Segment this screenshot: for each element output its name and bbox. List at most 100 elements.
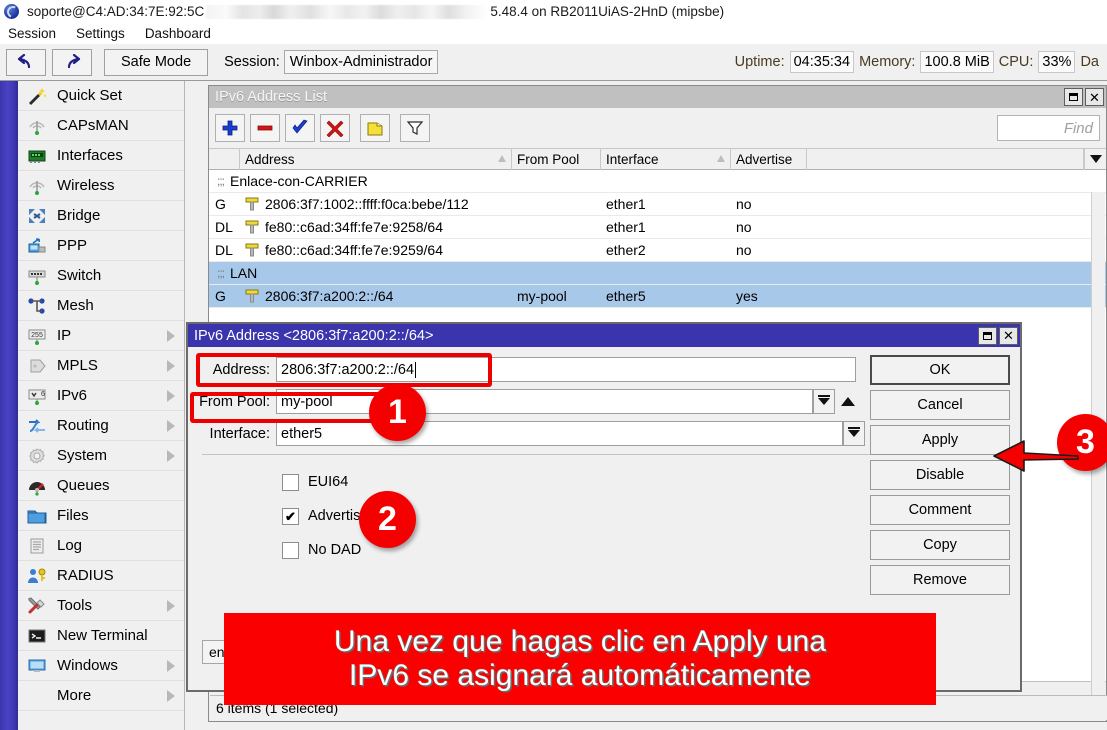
sidebar-item-label: Windows: [57, 657, 118, 674]
sidebar-item-new-terminal[interactable]: New Terminal: [18, 621, 184, 651]
cpu-value: 33%: [1038, 51, 1075, 73]
sidebar-item-radius[interactable]: RADIUS: [18, 561, 184, 591]
sidebar-item-capsman[interactable]: CAPsMAN: [18, 111, 184, 141]
ip-255-icon: 255: [24, 325, 50, 347]
column-header-flags[interactable]: [209, 148, 240, 170]
title-user: soporte@C4:AD:34:7E:92:5C: [27, 4, 204, 19]
sidebar-item-routing[interactable]: Routing: [18, 411, 184, 441]
undo-icon[interactable]: [6, 49, 46, 76]
sort-indicator-icon: [717, 155, 725, 162]
sidebar-item-label: Switch: [57, 267, 101, 284]
table-row[interactable]: DLfe80::c6ad:34ff:fe7e:9258/64ether1no: [209, 216, 1106, 239]
column-chooser-icon[interactable]: [1084, 148, 1106, 170]
sidebar-item-quick-set[interactable]: Quick Set: [18, 81, 184, 111]
dialog-title: IPv6 Address <2806:3f7:a200:2::/64>: [194, 328, 433, 344]
table-row[interactable]: G2806:3f7:a200:2::/64my-poolether5yes: [209, 285, 1106, 308]
column-header-interface[interactable]: Interface: [601, 148, 731, 170]
disable-button[interactable]: [320, 114, 350, 142]
status-indicators: Uptime: 04:35:34 Memory: 100.8 MiB CPU: …: [735, 51, 1101, 73]
sidebar-item-bridge[interactable]: Bridge: [18, 201, 184, 231]
sidebar-item-system[interactable]: System: [18, 441, 184, 471]
column-header-advertise[interactable]: Advertise: [731, 148, 807, 170]
from-pool-input[interactable]: my-pool: [276, 389, 813, 414]
cell-flags: DL: [209, 216, 240, 239]
check-icon: ✔: [285, 510, 296, 523]
maximize-icon[interactable]: [978, 327, 997, 345]
menu-settings[interactable]: Settings: [74, 25, 127, 42]
address-list-titlebar: IPv6 Address List ✕: [209, 86, 1106, 108]
sidebar-item-mesh[interactable]: Mesh: [18, 291, 184, 321]
interface-dropdown-icon[interactable]: [843, 421, 865, 446]
sidebar-item-interfaces[interactable]: Interfaces: [18, 141, 184, 171]
sidebar-item-label: Queues: [57, 477, 110, 494]
table-row[interactable]: DLfe80::c6ad:34ff:fe7e:9259/64ether2no: [209, 239, 1106, 262]
from-pool-dropdown-icon[interactable]: [813, 389, 835, 414]
sidebar-item-switch[interactable]: Switch: [18, 261, 184, 291]
sidebar-item-tools[interactable]: Tools: [18, 591, 184, 621]
find-input[interactable]: Find: [997, 115, 1100, 141]
wand-icon: [24, 85, 50, 107]
sidebar-item-mpls[interactable]: MPLS: [18, 351, 184, 381]
menu-dashboard[interactable]: Dashboard: [143, 25, 213, 42]
copy-button[interactable]: Copy: [870, 530, 1010, 560]
folder-icon: [24, 505, 50, 527]
comment-button[interactable]: [360, 114, 390, 142]
address-input[interactable]: 2806:3f7:a200:2::/64: [276, 357, 856, 382]
cell-flags: DL: [209, 239, 240, 262]
cancel-button[interactable]: Cancel: [870, 390, 1010, 420]
table-row[interactable]: G2806:3f7:1002::ffff:f0ca:bebe/112ether1…: [209, 193, 1106, 216]
sidebar-item-wireless[interactable]: Wireless: [18, 171, 184, 201]
main-toolbar: Safe Mode Session: Winbox-Administrador …: [0, 44, 1107, 81]
interface-label: Interface:: [188, 426, 276, 442]
close-icon[interactable]: ✕: [1085, 88, 1104, 106]
column-header-address[interactable]: Address: [240, 148, 512, 170]
cell-from-pool: [512, 239, 601, 262]
table-row[interactable]: ;;;LAN: [209, 262, 1106, 285]
safe-mode-button[interactable]: Safe Mode: [104, 49, 208, 76]
sidebar-item-ppp[interactable]: PPP: [18, 231, 184, 261]
winbox-logo-icon: [4, 4, 19, 19]
session-input[interactable]: Winbox-Administrador: [284, 50, 439, 74]
sidebar-item-ip[interactable]: 255 IP: [18, 321, 184, 351]
switch-icon: [24, 265, 50, 287]
sidebar-item-ipv6[interactable]: 6IPv6: [18, 381, 184, 411]
sidebar-item-files[interactable]: Files: [18, 501, 184, 531]
mpls-tag-icon: [24, 355, 50, 377]
comment-button[interactable]: Comment: [870, 495, 1010, 525]
close-icon[interactable]: ✕: [999, 327, 1018, 345]
sidebar-item-windows[interactable]: Windows: [18, 651, 184, 681]
menu-session[interactable]: Session: [6, 25, 58, 42]
sidebar-item-queues[interactable]: Queues: [18, 471, 184, 501]
from-pool-collapse-icon[interactable]: [841, 397, 855, 406]
cell-address: fe80::c6ad:34ff:fe7e:9259/64: [240, 239, 512, 262]
user-key-icon: [24, 565, 50, 587]
no-dad-checkbox[interactable]: [282, 542, 299, 559]
column-header-rest[interactable]: [807, 148, 1084, 170]
sidebar-item-label: IP: [57, 327, 71, 344]
arrow-to-apply-icon: [990, 432, 1080, 480]
column-header-pool[interactable]: From Pool: [512, 148, 601, 170]
interface-input[interactable]: ether5: [276, 421, 843, 446]
cell-address-text: 2806:3f7:a200:2::/64: [265, 288, 393, 304]
table-row[interactable]: ;;;Enlace-con-CARRIER: [209, 170, 1106, 193]
sidebar-item-log[interactable]: Log: [18, 531, 184, 561]
tools-icon: [24, 595, 50, 617]
cpu-label: CPU:: [999, 54, 1034, 70]
remove-button[interactable]: [250, 114, 280, 142]
maximize-icon[interactable]: [1064, 88, 1083, 106]
monitor-icon: [24, 655, 50, 677]
filter-button[interactable]: [400, 114, 430, 142]
sidebar-item-more[interactable]: More: [18, 681, 184, 711]
apply-button[interactable]: Apply: [870, 425, 1010, 455]
disable-button[interactable]: Disable: [870, 460, 1010, 490]
redo-icon[interactable]: [52, 49, 92, 76]
eui64-checkbox[interactable]: [282, 474, 299, 491]
add-button[interactable]: [215, 114, 245, 142]
enable-button[interactable]: [285, 114, 315, 142]
log-icon: [24, 535, 50, 557]
remove-button[interactable]: Remove: [870, 565, 1010, 595]
advertise-checkbox[interactable]: ✔: [282, 508, 299, 525]
gauge-icon: [24, 475, 50, 497]
cell-address-text: fe80::c6ad:34ff:fe7e:9259/64: [265, 242, 443, 258]
ok-button[interactable]: OK: [870, 355, 1010, 385]
